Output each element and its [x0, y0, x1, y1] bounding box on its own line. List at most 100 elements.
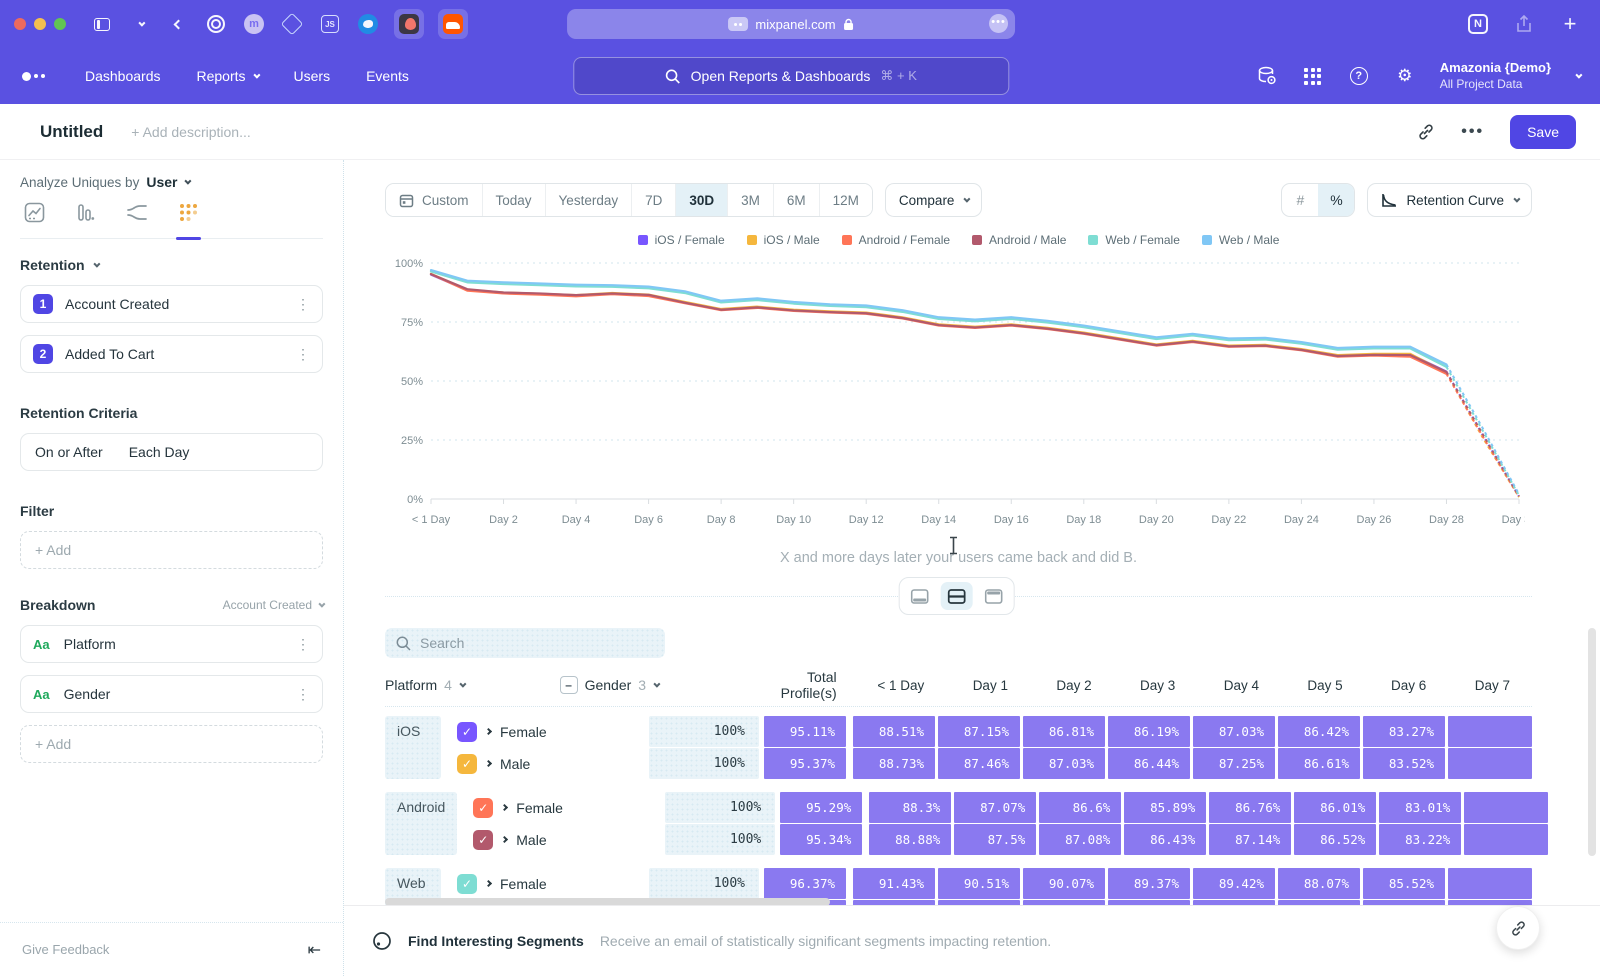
retention-value-cell[interactable]: 88.51%	[853, 716, 935, 747]
vertical-scrollbar[interactable]	[1588, 628, 1596, 856]
retention-value-cell[interactable]: 95.11%	[764, 716, 846, 747]
extension-soundcloud-icon[interactable]	[438, 9, 468, 39]
retention-value-cell[interactable]: 86.61%	[1278, 748, 1360, 779]
day-column-header[interactable]: Day 5	[1281, 678, 1365, 693]
series-checkbox[interactable]: ✓	[457, 754, 477, 774]
kebab-menu-icon[interactable]: ⋮	[296, 346, 310, 363]
collapse-sidebar-icon[interactable]: ⇤	[308, 940, 321, 960]
tab-insights[interactable]	[24, 202, 45, 238]
share-icon[interactable]	[1512, 12, 1536, 36]
percent-toggle[interactable]: %	[1318, 184, 1354, 216]
extension-js-icon[interactable]: JS	[318, 12, 342, 36]
find-segments-title[interactable]: Find Interesting Segments	[408, 933, 584, 949]
notion-icon[interactable]: N	[1466, 12, 1490, 36]
legend-item[interactable]: Android / Female	[842, 233, 950, 247]
expand-chevron-icon[interactable]	[485, 880, 492, 887]
extension-target-icon[interactable]	[204, 12, 228, 36]
analyze-value-dropdown[interactable]: User	[146, 174, 177, 190]
settings-gear-icon[interactable]: ⚙	[1394, 65, 1416, 87]
range-today[interactable]: Today	[483, 184, 546, 216]
nav-reports[interactable]: Reports	[197, 68, 258, 84]
report-description-placeholder[interactable]: + Add description...	[131, 124, 250, 140]
table-search-input[interactable]	[420, 635, 640, 651]
tab-flows[interactable]	[126, 202, 148, 238]
retention-chart[interactable]: 0%25%50%75%100%< 1 DayDay 2Day 4Day 6Day…	[385, 249, 1532, 548]
breakdown-platform[interactable]: Aa Platform ⋮	[20, 625, 323, 663]
retention-value-cell[interactable]: 86.81%	[1023, 716, 1105, 747]
gender-column-header[interactable]: – Gender3	[560, 676, 752, 694]
retention-value-cell-clipped[interactable]	[1464, 792, 1548, 823]
chart-type-dropdown[interactable]: Retention Curve	[1367, 183, 1532, 217]
day-column-header[interactable]: Day 4	[1197, 678, 1281, 693]
extension-avatar-icon[interactable]: m	[242, 12, 266, 36]
retention-value-cell[interactable]: 87.5%	[954, 824, 1036, 855]
criteria-interval[interactable]: Each Day	[129, 444, 190, 460]
platform-cell[interactable]: Android	[385, 792, 457, 855]
sidebar-toggle-icon[interactable]	[90, 12, 114, 36]
breakdown-gender[interactable]: Aa Gender ⋮	[20, 675, 323, 713]
retention-value-cell[interactable]: 86.6%	[1039, 792, 1121, 823]
platform-cell[interactable]: iOS	[385, 716, 441, 779]
legend-item[interactable]: iOS / Male	[747, 233, 820, 247]
retention-value-cell-clipped[interactable]	[1464, 824, 1548, 855]
retention-value-cell[interactable]: 88.3%	[869, 792, 951, 823]
chevron-down-icon[interactable]	[93, 260, 100, 267]
retention-value-cell[interactable]: 85.52%	[1363, 868, 1445, 899]
select-all-checkbox[interactable]: –	[560, 676, 578, 694]
legend-item[interactable]: Android / Male	[972, 233, 1066, 247]
breakdown-scope-dropdown[interactable]: Account Created	[223, 598, 323, 612]
day-column-header[interactable]: Day 6	[1365, 678, 1449, 693]
retention-value-cell[interactable]: 87.03%	[1023, 748, 1105, 779]
retention-value-cell[interactable]: 95.34%	[780, 824, 862, 855]
back-icon[interactable]	[166, 12, 190, 36]
expand-chevron-icon[interactable]	[501, 804, 508, 811]
retention-value-cell[interactable]: 83.01%	[1379, 792, 1461, 823]
data-management-icon[interactable]	[1256, 65, 1278, 87]
retention-value-cell[interactable]: 88.88%	[869, 824, 951, 855]
range-3m[interactable]: 3M	[728, 184, 774, 216]
layout-chart-only-button[interactable]	[903, 582, 935, 610]
new-tab-icon[interactable]: +	[1558, 12, 1582, 36]
global-search[interactable]: Open Reports & Dashboards ⌘ + K	[573, 57, 1009, 95]
tab-retention[interactable]	[178, 202, 199, 238]
retention-value-cell[interactable]: 95.37%	[764, 748, 846, 779]
expand-chevron-icon[interactable]	[501, 836, 508, 843]
retention-value-cell[interactable]: 87.08%	[1039, 824, 1121, 855]
series-checkbox[interactable]: ✓	[473, 798, 493, 818]
retention-value-cell[interactable]: 83.22%	[1379, 824, 1461, 855]
share-link-floating-button[interactable]	[1496, 906, 1540, 950]
table-search[interactable]	[385, 628, 665, 658]
expand-chevron-icon[interactable]	[485, 728, 492, 735]
kebab-menu-icon[interactable]: ⋮	[296, 296, 310, 313]
compare-button[interactable]: Compare	[885, 183, 983, 217]
day-column-header[interactable]: Day 2	[1030, 678, 1114, 693]
legend-item[interactable]: Web / Male	[1202, 233, 1279, 247]
add-filter-button[interactable]: + Add	[20, 531, 323, 569]
retention-value-cell[interactable]: 87.46%	[938, 748, 1020, 779]
extension-bird-icon[interactable]	[356, 12, 380, 36]
retention-value-cell[interactable]: 83.27%	[1363, 716, 1445, 747]
series-checkbox[interactable]: ✓	[473, 830, 493, 850]
extension-reader-icon[interactable]	[394, 9, 424, 39]
mixpanel-logo[interactable]	[22, 72, 45, 81]
day-column-header[interactable]: Day 1	[946, 678, 1030, 693]
retention-value-cell-clipped[interactable]	[1448, 748, 1532, 779]
apps-grid-icon[interactable]	[1302, 65, 1324, 87]
gender-cell[interactable]: ✓Female	[463, 792, 659, 823]
retention-value-cell[interactable]: 86.44%	[1108, 748, 1190, 779]
retention-step-2[interactable]: 2 Added To Cart ⋮	[20, 335, 323, 373]
tab-list-chevron-icon[interactable]	[128, 12, 152, 36]
retention-value-cell[interactable]: 87.07%	[954, 792, 1036, 823]
gender-cell[interactable]: ✓Female	[447, 868, 643, 899]
range-30d[interactable]: 30D	[676, 184, 728, 216]
series-checkbox[interactable]: ✓	[457, 722, 477, 742]
account-switcher[interactable]: Amazonia {Demo} All Project Data	[1440, 60, 1551, 91]
retention-value-cell[interactable]: 87.14%	[1209, 824, 1291, 855]
report-title[interactable]: Untitled	[40, 122, 103, 142]
retention-value-cell-clipped[interactable]	[1448, 716, 1532, 747]
day-column-header[interactable]: < 1 Day	[863, 678, 947, 693]
close-window-button[interactable]	[14, 18, 26, 30]
retention-criteria-control[interactable]: On or After Each Day	[20, 433, 323, 471]
retention-value-cell[interactable]: 86.52%	[1294, 824, 1376, 855]
absolute-toggle[interactable]: #	[1282, 184, 1318, 216]
